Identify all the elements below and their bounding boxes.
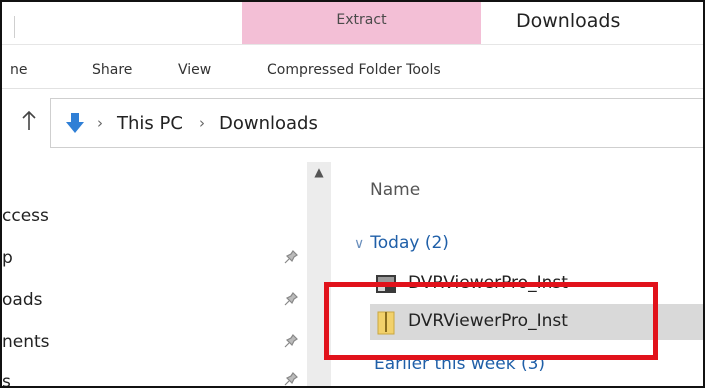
file-explorer-window: Extract Downloads ne Share View Compress… [0, 0, 705, 388]
tab-home[interactable]: ne [10, 62, 28, 78]
up-arrow-icon[interactable] [20, 110, 38, 132]
nav-item-documents[interactable]: nents [2, 332, 50, 352]
tab-compressed-folder-tools[interactable]: Compressed Folder Tools [267, 62, 441, 78]
nav-item-desktop[interactable]: p [2, 248, 13, 268]
divider [2, 44, 703, 45]
context-tab-label: Extract [336, 12, 387, 28]
group-label: Today (2) [370, 233, 449, 253]
quick-access-separator [14, 16, 15, 38]
ribbon: Extract Downloads ne Share View Compress… [2, 2, 703, 89]
pin-icon[interactable] [284, 372, 298, 388]
tab-share[interactable]: Share [92, 62, 132, 78]
pin-icon[interactable] [284, 292, 298, 310]
window-title: Downloads [516, 10, 621, 32]
nav-item-quick-access[interactable]: ccess [2, 206, 49, 226]
pin-icon[interactable] [284, 250, 298, 268]
breadcrumb-downloads[interactable]: Downloads [219, 113, 318, 134]
nav-item-pictures[interactable]: s [2, 372, 11, 386]
address-bar-row: › This PC › Downloads [2, 98, 703, 148]
address-bar[interactable]: › This PC › Downloads [50, 98, 703, 148]
breadcrumb-separator-icon: › [97, 114, 103, 132]
scroll-up-icon[interactable]: ▲ [307, 165, 331, 179]
highlight-box [324, 282, 658, 360]
group-header-today[interactable]: ∨ Today (2) [354, 233, 449, 253]
breadcrumb-this-pc[interactable]: This PC [117, 113, 183, 134]
context-tab-header[interactable]: Extract [242, 2, 481, 44]
navigation-pane: ccess p oads nents s [2, 162, 307, 386]
nav-item-downloads[interactable]: oads [2, 290, 42, 310]
divider [2, 88, 703, 89]
downloads-arrow-icon [66, 113, 84, 133]
pin-icon[interactable] [284, 334, 298, 352]
chevron-down-icon: ∨ [354, 236, 365, 252]
tab-view[interactable]: View [178, 62, 211, 78]
column-header-name[interactable]: Name [370, 180, 420, 200]
breadcrumb-separator-icon: › [199, 114, 205, 132]
